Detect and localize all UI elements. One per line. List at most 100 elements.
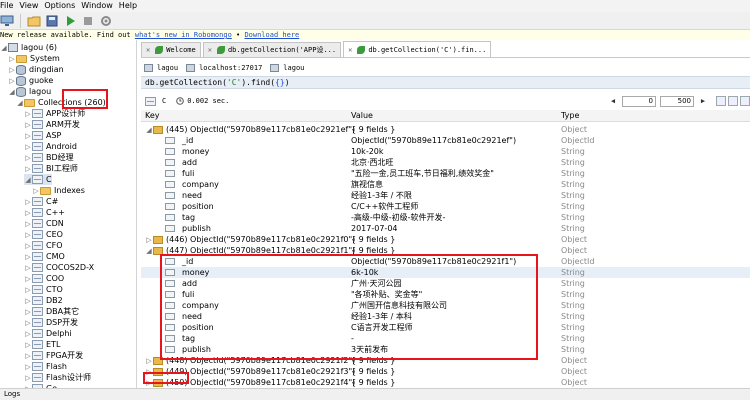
expand-arrow-icon[interactable]: ▷	[24, 319, 32, 327]
collapse-arrow-icon[interactable]: ◢	[0, 44, 8, 52]
tree-db-system[interactable]: ▷ System	[8, 53, 60, 64]
document-row[interactable]: ▷ (450) ObjectId("5970b89e117cb81e0c2921f…	[141, 377, 750, 388]
field-row[interactable]: tag - String	[141, 333, 750, 344]
collapse-arrow-icon[interactable]: ◢	[8, 88, 16, 96]
expand-arrow-icon[interactable]: ▷	[24, 110, 32, 118]
tree-collection-item[interactable]: ▷ DBA其它	[24, 306, 79, 317]
connect-icon[interactable]	[0, 14, 14, 28]
field-row[interactable]: fuli "各项补贴、奖金等" String	[141, 289, 750, 300]
tree-db-guoke[interactable]: ▷ guoke	[8, 75, 53, 86]
tree-collection-item[interactable]: ▷ COO	[24, 273, 64, 284]
expand-arrow-icon[interactable]: ▷	[145, 368, 153, 376]
field-row[interactable]: need 经验1-3年 / 不限 String	[141, 190, 750, 201]
tree-collection-item[interactable]: ◢ C	[24, 174, 52, 185]
expand-arrow-icon[interactable]: ▷	[8, 55, 16, 63]
close-icon[interactable]: ✕	[146, 46, 150, 54]
tab-c-query[interactable]: ✕ db.getCollection('C').fin...	[343, 41, 492, 57]
field-row[interactable]: position C/C++软件工程师 String	[141, 201, 750, 212]
document-row[interactable]: ▷ (449) ObjectId("5970b89e117cb81e0c2921f…	[141, 366, 750, 377]
tree-collection-item[interactable]: ▷ Delphi	[24, 328, 72, 339]
document-row[interactable]: ▷ (448) ObjectId("5970b89e117cb81e0c2921f…	[141, 355, 750, 366]
expand-arrow-icon[interactable]: ▷	[24, 231, 32, 239]
tree-collection-item[interactable]: ▷ ARM开发	[24, 119, 80, 130]
collapse-arrow-icon[interactable]: ◢	[145, 126, 153, 134]
tree-collection-item[interactable]: ▷ CEO	[24, 229, 63, 240]
field-row[interactable]: position C语言开发工程师 String	[141, 322, 750, 333]
field-row[interactable]: company 旗视信息 String	[141, 179, 750, 190]
tree-collection-item[interactable]: ▷ BI工程师	[24, 163, 78, 174]
prev-page-icon[interactable]: ◀	[608, 96, 618, 106]
tree-collection-item[interactable]: ▷ FPGA开发	[24, 350, 83, 361]
expand-arrow-icon[interactable]: ▷	[32, 187, 40, 195]
tree-view-icon[interactable]	[716, 96, 726, 106]
query-editor[interactable]: db.getCollection('C').find({})	[141, 76, 750, 89]
expand-arrow-icon[interactable]: ▷	[24, 264, 32, 272]
expand-arrow-icon[interactable]: ▷	[145, 379, 153, 387]
tab-app-query[interactable]: ✕ db.getCollection('APP设...	[202, 42, 342, 57]
field-row[interactable]: fuli "五险一金,员工班车,节日福利,绩效奖金" String	[141, 168, 750, 179]
menu-file[interactable]: File	[0, 0, 19, 12]
menu-help[interactable]: Help	[119, 0, 143, 12]
text-view-icon[interactable]	[740, 96, 750, 106]
expand-arrow-icon[interactable]: ▷	[24, 275, 32, 283]
close-icon[interactable]: ✕	[208, 46, 212, 54]
expand-arrow-icon[interactable]: ▷	[24, 297, 32, 305]
expand-arrow-icon[interactable]: ▷	[24, 242, 32, 250]
execute-icon[interactable]	[63, 14, 77, 28]
expand-arrow-icon[interactable]: ▷	[24, 198, 32, 206]
expand-arrow-icon[interactable]: ▷	[24, 352, 32, 360]
expand-arrow-icon[interactable]: ▷	[145, 357, 153, 365]
tree-collection-item[interactable]: ▷ Android	[24, 141, 77, 152]
expand-arrow-icon[interactable]: ▷	[24, 253, 32, 261]
tree-collection-item[interactable]: ▷ Flash	[24, 361, 67, 372]
collapse-arrow-icon[interactable]: ◢	[145, 247, 153, 255]
header-type[interactable]: Type	[561, 111, 579, 120]
tree-collection-item[interactable]: ▷ BD经理	[24, 152, 74, 163]
expand-arrow-icon[interactable]: ▷	[24, 286, 32, 294]
expand-arrow-icon[interactable]: ▷	[24, 330, 32, 338]
document-row[interactable]: ▷ (446) ObjectId("5970b89e117cb81e0c2921f…	[141, 234, 750, 245]
download-link[interactable]: Download here	[244, 31, 299, 39]
field-row[interactable]: publish 2017-07-04 String	[141, 223, 750, 234]
menu-view[interactable]: View	[19, 0, 44, 12]
field-row[interactable]: money 6k-10k String	[141, 267, 750, 278]
tree-collection-item[interactable]: ▷ APP设计师	[24, 108, 85, 119]
menu-window[interactable]: Window	[81, 0, 119, 12]
header-value[interactable]: Value	[351, 111, 373, 120]
settings-icon[interactable]	[99, 14, 113, 28]
tree-collection-item[interactable]: ▷ CFO	[24, 240, 62, 251]
field-row[interactable]: add 北京·西北旺 String	[141, 157, 750, 168]
tree-collection-item[interactable]: ▷ CDN	[24, 218, 64, 229]
field-row[interactable]: tag -高级-中级-初级-软件开发- String	[141, 212, 750, 223]
field-row[interactable]: publish 3天前发布 String	[141, 344, 750, 355]
collapse-arrow-icon[interactable]: ◢	[16, 99, 24, 107]
tree-collections-folder[interactable]: ◢ Collections (260)	[16, 97, 106, 108]
collapse-arrow-icon[interactable]: ◢	[24, 176, 32, 184]
expand-arrow-icon[interactable]: ▷	[24, 143, 32, 151]
document-row[interactable]: ◢ (445) ObjectId("5970b89e117cb81e0c2921e…	[141, 124, 750, 135]
expand-arrow-icon[interactable]: ▷	[8, 77, 16, 85]
field-row[interactable]: add 广州·天河公园 String	[141, 278, 750, 289]
whats-new-link[interactable]: what's new in Robomongo	[135, 31, 232, 39]
expand-arrow-icon[interactable]: ▷	[145, 236, 153, 244]
tree-collection-item[interactable]: ▷ ASP	[24, 130, 61, 141]
tree-db-lagou[interactable]: ◢ lagou	[8, 86, 51, 97]
expand-arrow-icon[interactable]: ▷	[24, 220, 32, 228]
tree-collection-item[interactable]: ▷ Indexes	[32, 185, 85, 196]
document-row[interactable]: ◢ (447) ObjectId("5970b89e117cb81e0c2921f…	[141, 245, 750, 256]
expand-arrow-icon[interactable]: ▷	[24, 374, 32, 382]
expand-arrow-icon[interactable]: ▷	[24, 308, 32, 316]
tree-collection-item[interactable]: ▷ C#	[24, 196, 58, 207]
page-start-input[interactable]	[622, 95, 656, 107]
tree-collection-item[interactable]: ▷ COCOS2D-X	[24, 262, 94, 273]
expand-arrow-icon[interactable]: ▷	[24, 341, 32, 349]
page-size-input[interactable]	[660, 95, 694, 107]
logs-bar[interactable]: Logs	[0, 388, 750, 400]
field-row[interactable]: _id ObjectId("5970b89e117cb81e0c2921ef") O…	[141, 135, 750, 146]
expand-arrow-icon[interactable]: ▷	[8, 66, 16, 74]
tree-collection-item[interactable]: ▷ DB2	[24, 295, 63, 306]
field-row[interactable]: company 广州国开信息科技有限公司 String	[141, 300, 750, 311]
save-icon[interactable]	[45, 14, 59, 28]
menu-options[interactable]: Options	[44, 0, 81, 12]
expand-arrow-icon[interactable]: ▷	[24, 209, 32, 217]
